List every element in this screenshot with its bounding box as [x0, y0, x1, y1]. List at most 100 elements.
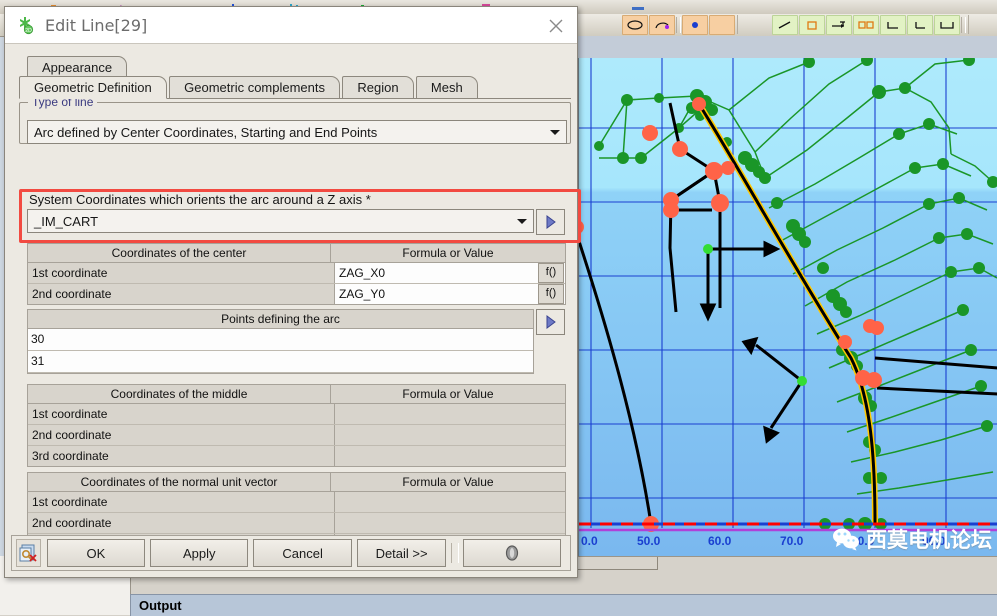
output-panel[interactable]: Output: [130, 594, 997, 616]
table-header-row: Coordinates of the middle Formula or Val…: [28, 385, 565, 404]
corner2-icon[interactable]: [907, 14, 933, 35]
cancel-button[interactable]: Cancel: [253, 539, 352, 567]
ok-button[interactable]: OK: [46, 539, 146, 567]
edit-line-dialog[interactable]: 2D Edit Line[29] Appearance Geometric De…: [4, 6, 581, 578]
geometry-2d-icon: 2D: [15, 15, 35, 35]
column-header-value: Formula or Value: [402, 475, 494, 489]
table-row[interactable]: 2nd coordinate ZAG_Y0 f(): [28, 284, 565, 304]
table-header-row: Coordinates of the normal unit vector Fo…: [28, 473, 565, 492]
point-icon[interactable]: [682, 14, 708, 35]
row-label: 1st coordinate: [28, 404, 335, 424]
system-coordinates-next-button[interactable]: [536, 209, 565, 235]
watermark-text: 西莫电机论坛: [866, 528, 992, 552]
table-row[interactable]: 1st coordinate: [28, 404, 565, 425]
apply-button[interactable]: Apply: [150, 539, 249, 567]
column-header-label: Coordinates of the center: [28, 244, 331, 262]
row-value-cell[interactable]: ZAG_Y0 f(): [335, 284, 565, 304]
output-panel-title: Output: [139, 598, 182, 613]
list-item[interactable]: 30: [28, 329, 533, 351]
row-value: ZAG_X0: [339, 266, 386, 280]
table-header-row: Coordinates of the center Formula or Val…: [28, 244, 565, 263]
middle-coordinates-table[interactable]: Coordinates of the middle Formula or Val…: [27, 384, 566, 467]
graphics-view[interactable]: 0.0 50.0 60.0 70.0 80.0 90.0 西莫电机论坛: [578, 58, 997, 556]
toolbar-separator: [676, 16, 681, 33]
row-value-cell[interactable]: [335, 513, 565, 533]
row-value-cell[interactable]: [335, 446, 565, 466]
system-coordinates-select-value: _IM_CART: [34, 213, 99, 229]
arc-points-table[interactable]: Points defining the arc 30 31: [27, 309, 534, 374]
tab-row-lower[interactable]: Geometric Definition Geometric complemen…: [19, 76, 571, 99]
center-coordinates-table[interactable]: Coordinates of the center Formula or Val…: [27, 243, 566, 305]
preview-search-icon[interactable]: [16, 539, 41, 567]
axis-origin-node: [703, 244, 713, 254]
row-label: 2nd coordinate: [28, 284, 335, 304]
row-value-cell[interactable]: [335, 425, 565, 445]
chevron-down-icon[interactable]: [544, 122, 566, 142]
axis-tick-label: 60.0: [708, 534, 732, 548]
tab-appearance[interactable]: Appearance: [27, 56, 128, 78]
watermark: 西莫电机论坛: [832, 524, 992, 554]
ellipse-icon[interactable]: [622, 14, 648, 35]
table-row[interactable]: 2nd coordinate: [28, 425, 565, 446]
table-row[interactable]: 2nd coordinate: [28, 513, 565, 534]
two-faces-icon[interactable]: [853, 14, 879, 35]
formula-button[interactable]: f(): [538, 284, 564, 304]
toolbar-icon-blue-box[interactable]: [630, 2, 646, 12]
system-coordinates-select[interactable]: _IM_CART: [27, 209, 534, 233]
row-value-cell[interactable]: [335, 492, 565, 512]
row-value-cell[interactable]: ZAG_X0 f(): [335, 263, 565, 283]
dialog-button-bar: OK Apply Cancel Detail >>: [11, 535, 571, 571]
svg-text:2D: 2D: [25, 28, 32, 34]
chevron-down-icon[interactable]: [511, 211, 533, 231]
tab-geometric-complements[interactable]: Geometric complements: [169, 76, 341, 98]
table-row[interactable]: 3rd coordinate: [28, 446, 565, 466]
button-bar-separator: [451, 543, 459, 563]
blank-tool-icon[interactable]: [709, 14, 735, 35]
column-header-value: Formula or Value: [402, 387, 494, 401]
corner-icon[interactable]: [880, 14, 906, 35]
toolbar-separator-2: [961, 16, 966, 33]
axis-tick-label: 0.0: [581, 534, 598, 548]
dialog-body: Appearance Geometric Definition Geometri…: [5, 44, 581, 577]
axis-tick-label: 70.0: [780, 534, 804, 548]
tab-row-upper[interactable]: Appearance: [27, 56, 128, 78]
detail-button[interactable]: Detail >>: [356, 539, 447, 567]
rectangle-icon[interactable]: [934, 14, 960, 35]
table-header-row: Points defining the arc: [28, 310, 533, 329]
secondary-axis-origin-node: [797, 376, 807, 386]
system-coordinates-label: System Coordinates which orients the arc…: [29, 192, 371, 207]
arc-points-next-button[interactable]: [536, 309, 565, 335]
row-label: 2nd coordinate: [28, 425, 335, 445]
row-label: 1st coordinate: [28, 263, 335, 283]
row-label: 1st coordinate: [28, 492, 335, 512]
graphics-view-header: [578, 36, 997, 59]
dialog-titlebar: 2D Edit Line[29]: [5, 7, 577, 44]
table-row[interactable]: 1st coordinate: [28, 492, 565, 513]
row-value-cell[interactable]: [335, 404, 565, 424]
arc-point-icon[interactable]: [649, 14, 675, 35]
face-icon[interactable]: [799, 14, 825, 35]
help-icon: [505, 545, 518, 561]
row-label: 3rd coordinate: [28, 446, 335, 466]
close-icon[interactable]: [547, 17, 565, 35]
help-button[interactable]: [462, 539, 561, 567]
line-type-select[interactable]: Arc defined by Center Coordinates, Start…: [27, 120, 567, 144]
toolbar-group-entities[interactable]: [770, 14, 969, 35]
graphics-background: [579, 58, 997, 556]
column-header-label: Coordinates of the middle: [28, 385, 331, 403]
tab-region[interactable]: Region: [342, 76, 414, 98]
translate-icon[interactable]: [826, 14, 852, 35]
tab-mesh[interactable]: Mesh: [415, 76, 478, 98]
table-row[interactable]: 1st coordinate ZAG_X0 f(): [28, 263, 565, 284]
dialog-title: Edit Line[29]: [45, 15, 148, 35]
column-header-value: Formula or Value: [402, 246, 494, 260]
column-header-label: Coordinates of the normal unit vector: [28, 473, 331, 491]
tab-geometric-definition[interactable]: Geometric Definition: [19, 76, 167, 99]
line-segment-icon[interactable]: [772, 14, 798, 35]
list-item[interactable]: 31: [28, 351, 533, 373]
column-header-arc-points: Points defining the arc: [221, 312, 340, 326]
formula-button[interactable]: f(): [538, 263, 564, 283]
line-type-select-value: Arc defined by Center Coordinates, Start…: [34, 124, 378, 140]
toolbar-group-geometry[interactable]: [620, 14, 738, 35]
application-root: fx: [0, 0, 997, 616]
